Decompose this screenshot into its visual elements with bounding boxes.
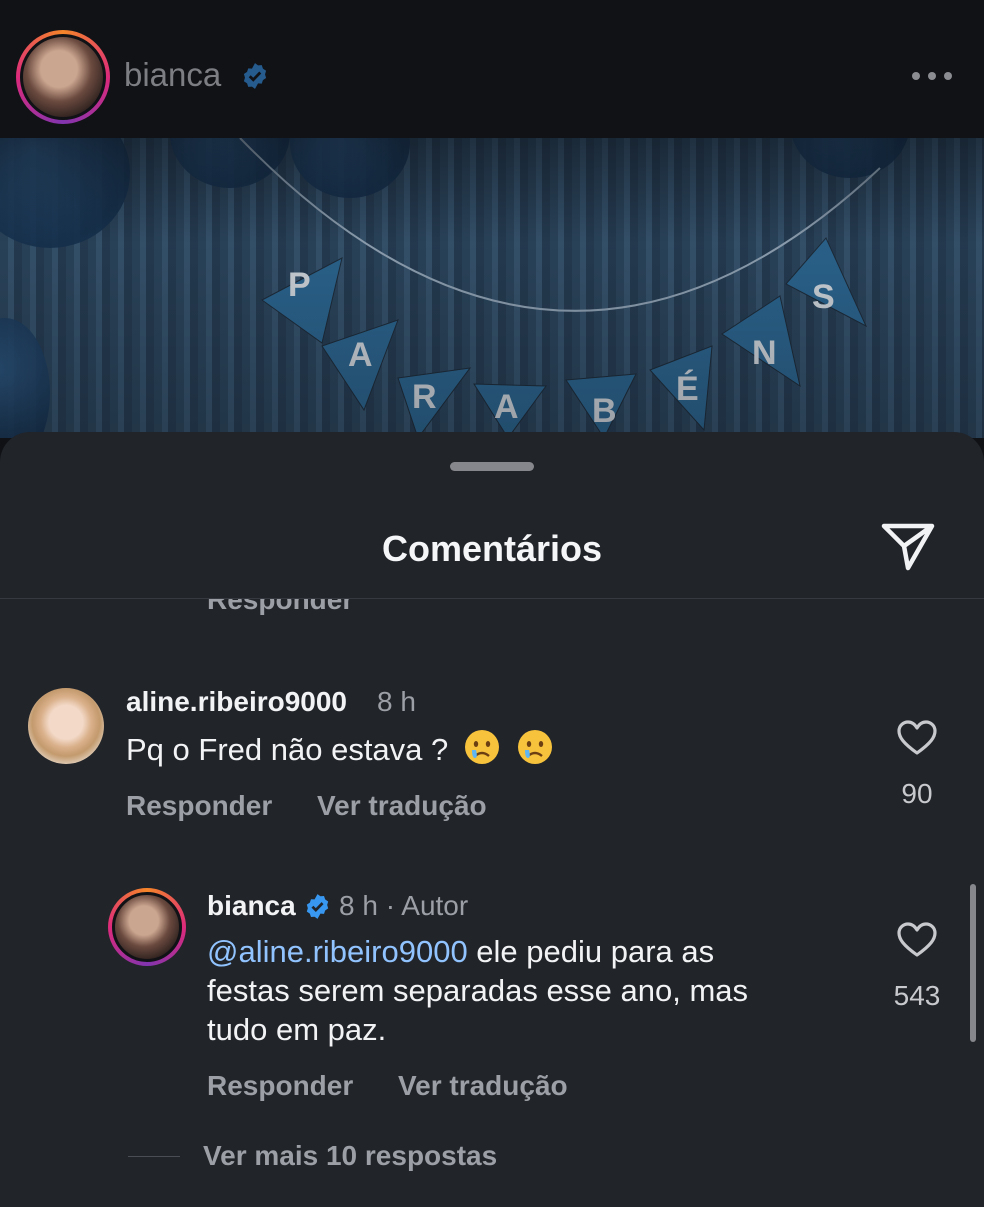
crying-face-icon <box>464 730 499 764</box>
reply-meta: 8 h · Autor <box>339 890 469 921</box>
heart-icon[interactable] <box>897 720 937 756</box>
heart-icon[interactable] <box>897 922 937 958</box>
more-horizontal-icon[interactable] <box>910 68 954 84</box>
comments-sheet: Comentários Responder aline.ribeiro9000 … <box>0 432 984 1207</box>
comment-text: Pq o Fred não estava ? <box>126 728 554 769</box>
reply-author-avatar[interactable] <box>108 888 186 966</box>
reply-text-line: festas serem separadas esse ano, mas <box>207 973 749 1008</box>
paper-plane-icon[interactable] <box>880 520 936 572</box>
mention-link[interactable]: @aline.ribeiro9000 <box>207 934 468 969</box>
translate-button[interactable]: Ver tradução <box>317 790 487 822</box>
scrollbar[interactable] <box>970 884 976 1042</box>
post-header: bianca <box>0 0 984 138</box>
sheet-title: Comentários <box>381 528 603 569</box>
reply-button[interactable]: Responder <box>207 1070 353 1102</box>
reply-text-line: ele pediu para as <box>467 934 715 969</box>
reply-text: @aline.ribeiro9000 ele pediu para as fes… <box>207 932 847 1049</box>
replies-connector-line <box>128 1156 180 1157</box>
header-username[interactable]: bianca <box>124 56 221 94</box>
post-photo[interactable]: P A R A B É N S <box>0 138 984 438</box>
crying-face-icon <box>517 730 552 764</box>
verified-badge-icon <box>243 63 267 89</box>
drag-handle[interactable] <box>450 462 534 471</box>
reply-button[interactable]: Responder <box>126 790 272 822</box>
reply-username[interactable]: bianca <box>207 890 296 922</box>
comment-time: 8 h <box>377 686 416 717</box>
reply-text-line: tudo em paz. <box>207 1012 387 1047</box>
translate-button[interactable]: Ver tradução <box>398 1070 568 1102</box>
like-count: 90 <box>901 778 933 809</box>
verified-badge-icon <box>306 894 329 919</box>
commenter-avatar[interactable] <box>28 688 104 764</box>
comment-body: Pq o Fred não estava ? <box>126 732 449 767</box>
header-divider <box>0 598 984 599</box>
like-count: 543 <box>893 980 941 1011</box>
profile-avatar[interactable] <box>16 30 110 124</box>
view-more-replies-button[interactable]: Ver mais 10 respostas <box>203 1140 497 1172</box>
comment-username[interactable]: aline.ribeiro9000 <box>126 686 347 718</box>
